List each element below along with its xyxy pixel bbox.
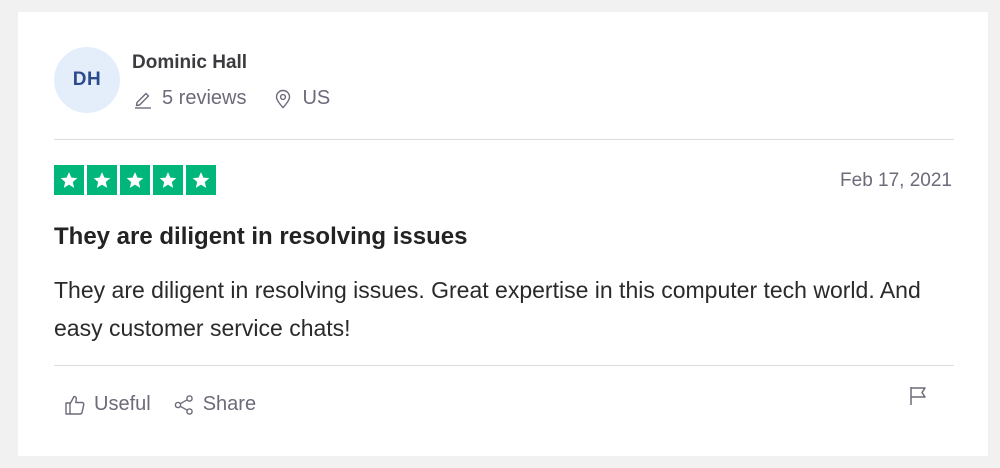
report-button[interactable] (906, 386, 930, 410)
reviewer-name[interactable]: Dominic Hall (132, 52, 247, 74)
thumbs-up-icon (64, 394, 86, 416)
review-card: DH Dominic Hall 5 reviews US Feb 17, 202… (18, 12, 988, 456)
star-icon (186, 165, 216, 195)
share-icon (173, 394, 195, 416)
review-date: Feb 17, 2021 (840, 170, 952, 191)
useful-label: Useful (94, 393, 151, 415)
footer-divider (54, 365, 954, 366)
review-body: They are diligent in resolving issues. G… (54, 277, 921, 341)
star-rating (54, 165, 216, 195)
share-label: Share (202, 393, 257, 415)
review-title[interactable]: They are diligent in resolving issues (54, 223, 467, 251)
header-divider (54, 139, 954, 140)
reviewer-location: US (272, 87, 330, 110)
reviewer-meta: 5 reviews US (132, 87, 330, 110)
review-count: 5 reviews (132, 87, 246, 110)
useful-button[interactable]: Useful (64, 393, 151, 416)
share-button[interactable]: Share (173, 393, 256, 416)
star-icon (120, 165, 150, 195)
location-label: US (302, 87, 331, 109)
avatar[interactable]: DH (54, 47, 120, 113)
flag-icon (908, 385, 928, 412)
review-count-label: 5 reviews (162, 87, 247, 109)
review-actions: Useful Share (64, 393, 256, 416)
location-pin-icon (272, 88, 294, 110)
star-icon (87, 165, 117, 195)
avatar-initials: DH (72, 69, 102, 90)
star-icon (153, 165, 183, 195)
pencil-icon (132, 88, 154, 110)
star-icon (54, 165, 84, 195)
